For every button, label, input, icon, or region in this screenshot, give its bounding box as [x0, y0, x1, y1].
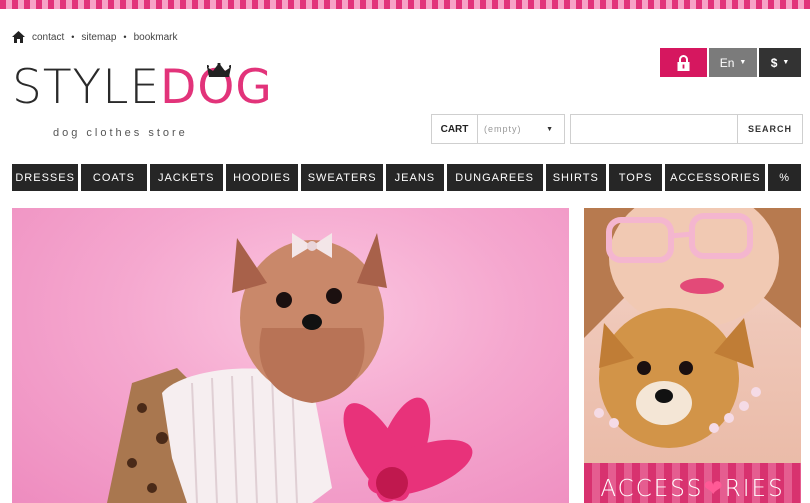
lock-icon [677, 54, 690, 71]
separator-dot: • [71, 32, 75, 42]
nav-jackets[interactable]: JACKETS [149, 164, 223, 191]
search-input[interactable] [571, 115, 737, 143]
nav-hoodies[interactable]: HOODIES [225, 164, 299, 191]
chevron-down-icon: ▼ [739, 59, 747, 66]
cart-label: CART [432, 115, 478, 143]
logo-part-style: STYLE [12, 60, 161, 115]
cart-status: (empty) [484, 124, 522, 134]
cart-dropdown[interactable]: CART (empty) ▼ [431, 114, 565, 144]
nav-tops[interactable]: TOPS [608, 164, 663, 191]
chevron-down-icon: ▼ [782, 59, 790, 66]
store-logo[interactable]: STYLEDOG dog clothes store [12, 63, 273, 139]
nav-accessories[interactable]: ACCESSORIES [665, 164, 766, 191]
nav-dungarees[interactable]: DUNGAREES [446, 164, 543, 191]
separator-dot: • [123, 32, 127, 42]
accessories-banner[interactable]: ACCESS❤RIES [584, 208, 801, 503]
search-button[interactable]: SEARCH [737, 115, 802, 143]
cart-value[interactable]: (empty) ▼ [478, 115, 564, 143]
heart-icon: ❤ [703, 476, 725, 502]
nav-coats[interactable]: COATS [81, 164, 147, 191]
main-banner[interactable] [12, 208, 569, 503]
login-button[interactable] [660, 48, 707, 77]
search-box: SEARCH [570, 114, 803, 144]
chevron-down-icon: ▼ [546, 125, 554, 133]
nav-sale[interactable]: % [768, 164, 801, 191]
contact-link[interactable]: contact [32, 32, 64, 43]
currency-value: $ [770, 55, 778, 70]
woman-with-dog-illustration [584, 208, 801, 448]
bookmark-link[interactable]: bookmark [134, 32, 178, 43]
nav-sweaters[interactable]: SWEATERS [301, 164, 384, 191]
banner-title-part1: ACCESS [600, 476, 704, 502]
dog-illustration [107, 233, 473, 503]
nav-jeans[interactable]: JEANS [386, 164, 444, 191]
home-icon[interactable] [12, 31, 25, 43]
nav-shirts[interactable]: SHIRTS [545, 164, 606, 191]
logo-tagline: dog clothes store [53, 127, 188, 139]
nav-dresses[interactable]: DRESSES [12, 164, 79, 191]
currency-selector[interactable]: $ ▼ [759, 48, 801, 77]
sitemap-link[interactable]: sitemap [81, 32, 116, 43]
logo-wordmark: STYLEDOG [12, 64, 273, 111]
language-selector[interactable]: En ▼ [709, 48, 757, 77]
crown-icon [207, 63, 231, 77]
banner-title-part2: RIES [724, 476, 785, 502]
top-links: contact • sitemap • bookmark [12, 31, 177, 43]
main-navigation: DRESSES COATS JACKETS HOODIES SWEATERS J… [12, 164, 801, 191]
language-value: En [719, 55, 735, 70]
top-decorative-stripe [0, 0, 810, 9]
accessories-banner-title: ACCESS❤RIES [584, 476, 801, 502]
